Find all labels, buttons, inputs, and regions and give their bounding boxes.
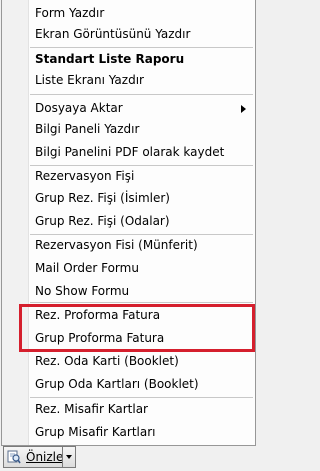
menu-item-mail-order-formu[interactable]: Mail Order Formu — [2, 257, 255, 279]
menu-item-label: Grup Oda Kartları (Booklet) — [35, 377, 199, 391]
menu-item-label: Liste Ekranı Yazdır — [35, 73, 144, 87]
submenu-arrow-icon — [241, 105, 246, 113]
print-preview-icon — [7, 450, 21, 464]
menu-item-label: Dosyaya Aktar — [35, 101, 123, 115]
menu-item-label: Rez. Oda Karti (Booklet) — [35, 354, 179, 368]
menu-item-ekran-goruntusu-yazdir[interactable]: Ekran Görüntüsünü Yazdır — [2, 23, 255, 45]
menu-item-label: Standart Liste Raporu — [35, 52, 185, 66]
menu-item-label: No Show Formu — [35, 284, 130, 298]
menu-item-label: Mail Order Formu — [35, 261, 139, 275]
menu-item-rez-misafir-kartlar[interactable]: Rez. Misafir Kartlar — [2, 398, 255, 420]
menu-item-grup-proforma-fatura[interactable]: Grup Proforma Fatura — [2, 327, 255, 349]
menu-item-label: Bilgi Paneli Yazdır — [35, 122, 140, 136]
menu-item-label: Ekran Görüntüsünü Yazdır — [35, 27, 191, 41]
menu-item-standart-liste-raporu[interactable]: Standart Liste Raporu — [2, 48, 255, 70]
menu-item-no-show-formu[interactable]: No Show Formu — [2, 280, 255, 302]
menu-item-label: Rez. Proforma Fatura — [35, 308, 161, 322]
menu-separator — [30, 302, 253, 303]
chevron-down-icon — [66, 455, 72, 459]
menu-item-grup-misafir-kartlari[interactable]: Grup Misafir Kartları — [2, 421, 255, 443]
menu-item-liste-ekrani-yazdir[interactable]: Liste Ekranı Yazdır — [2, 69, 255, 91]
menu-item-label: Grup Proforma Fatura — [35, 331, 165, 345]
menu-item-rezervasyon-fisi-munferit[interactable]: Rezervasyon Fisi (Münferit) — [2, 234, 255, 256]
menu-item-rezervasyon-fisi[interactable]: Rezervasyon Fişi — [2, 165, 255, 187]
menu-item-rez-oda-karti-booklet[interactable]: Rez. Oda Karti (Booklet) — [2, 350, 255, 372]
menu-item-label: Rezervasyon Fişi — [35, 169, 135, 183]
menu-item-label: Bilgi Panelini PDF olarak kaydet — [35, 145, 225, 159]
menu-item-form-yazdir[interactable]: Form Yazdır — [2, 2, 255, 24]
menu-item-label: Grup Misafir Kartları — [35, 425, 156, 439]
menu-separator — [30, 94, 253, 95]
menu-item-label: Grup Rez. Fişi (İsimler) — [35, 191, 170, 205]
menu-item-dosyaya-aktar[interactable]: Dosyaya Aktar — [2, 97, 255, 119]
menu-item-bilgi-panelini-pdf-kaydet[interactable]: Bilgi Panelini PDF olarak kaydet — [2, 141, 255, 163]
menu-item-rez-proforma-fatura[interactable]: Rez. Proforma Fatura — [2, 304, 255, 326]
menu-item-grup-oda-kartlari-booklet[interactable]: Grup Oda Kartları (Booklet) — [2, 373, 255, 395]
menu-item-label: Form Yazdır — [35, 6, 105, 20]
menu-item-bilgi-paneli-yazdir[interactable]: Bilgi Paneli Yazdır — [2, 118, 255, 140]
menu-item-grup-rez-fisi-isimler[interactable]: Grup Rez. Fişi (İsimler) — [2, 187, 255, 209]
menu-item-label: Rez. Misafir Kartlar — [35, 402, 148, 416]
menu-item-label: Grup Rez. Fişi (Odalar) — [35, 214, 170, 228]
preview-button[interactable]: Önizle — [3, 446, 63, 468]
context-menu: Form Yazdır Ekran Görüntüsünü Yazdır Sta… — [1, 0, 256, 446]
menu-item-grup-rez-fisi-odalar[interactable]: Grup Rez. Fişi (Odalar) — [2, 210, 255, 232]
menu-item-label: Rezervasyon Fisi (Münferit) — [35, 238, 198, 252]
preview-button-label: Önizle — [26, 450, 64, 464]
preview-dropdown-button[interactable] — [62, 446, 76, 468]
bottom-toolbar: Önizle — [0, 446, 258, 471]
